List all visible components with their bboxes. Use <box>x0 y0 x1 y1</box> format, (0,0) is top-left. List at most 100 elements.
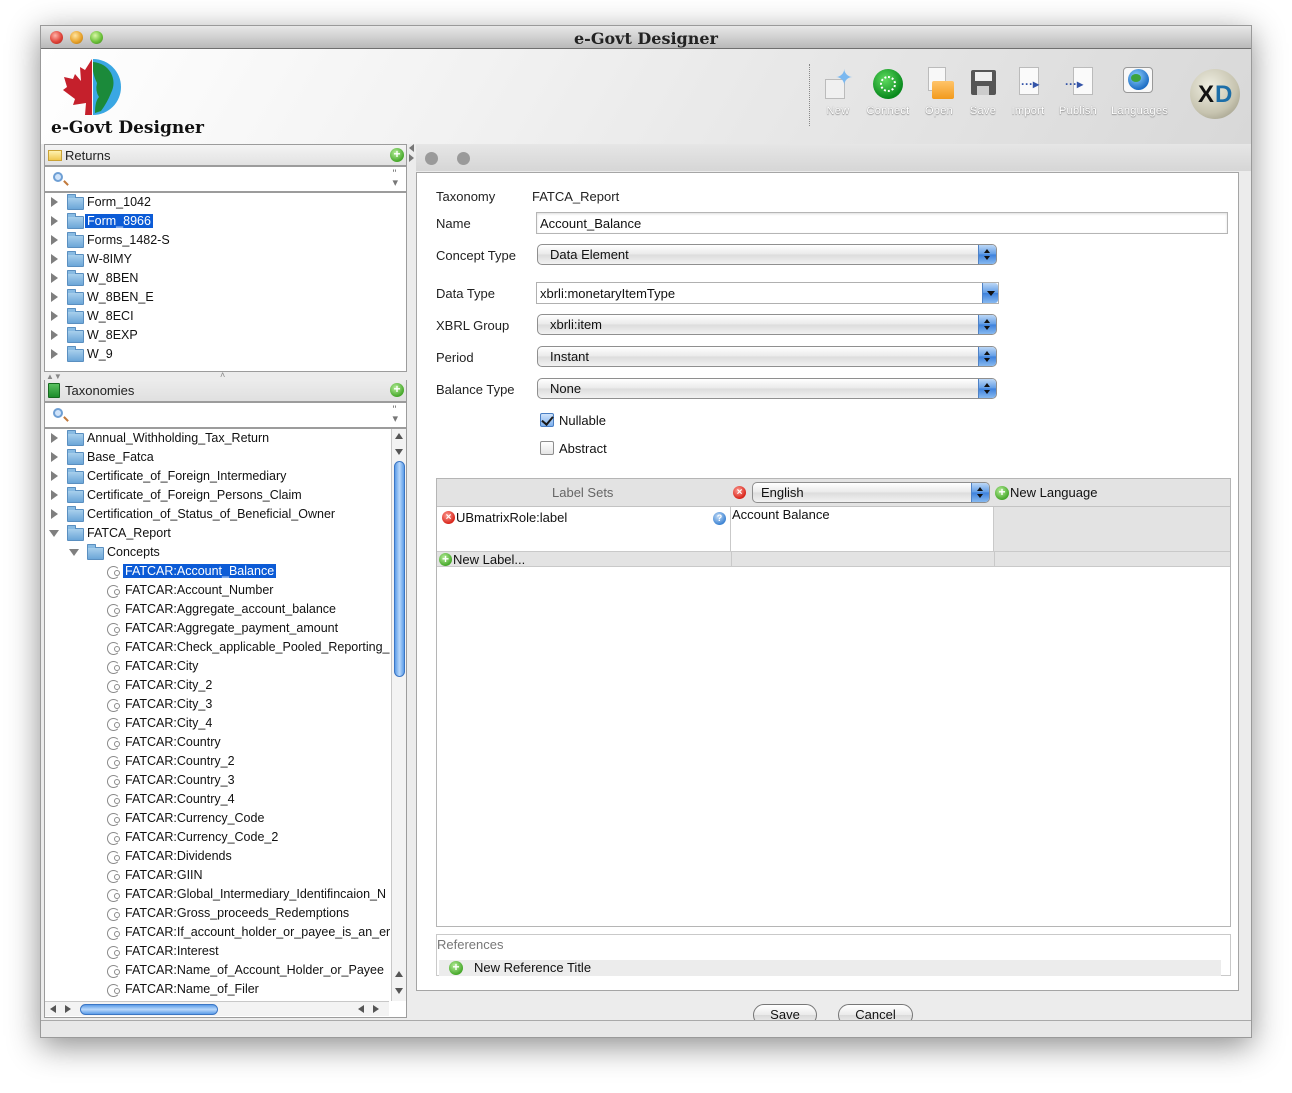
collapse-arrow-icon[interactable] <box>49 530 59 537</box>
return-tree-item[interactable]: W_8BEN <box>45 270 406 289</box>
taxonomies-horizontal-scrollbar[interactable] <box>45 1001 389 1016</box>
search-options-icon[interactable]: " ▾ <box>392 169 398 189</box>
scroll-up-icon[interactable] <box>395 971 403 977</box>
remove-language-button[interactable]: × <box>733 486 746 499</box>
scroll-left-icon[interactable] <box>358 1005 364 1013</box>
taxonomy-tree-item[interactable]: Certificate_of_Foreign_Persons_Claim <box>45 487 385 506</box>
new-button[interactable]: ✦ New <box>811 67 865 117</box>
search-options-icon[interactable]: " ▾ <box>392 405 398 425</box>
concept-tree-item[interactable]: FATCAR:City_2 <box>45 677 385 696</box>
nullable-checkbox[interactable] <box>540 413 554 427</box>
taxonomy-tree-item[interactable]: Base_Fatca <box>45 449 385 468</box>
concept-tree-item[interactable]: FATCAR:Currency_Code <box>45 810 385 829</box>
xbrl-group-select[interactable]: xbrli:item <box>537 314 997 335</box>
splitter-handle[interactable]: ˄ <box>220 370 225 380</box>
concept-tree-item[interactable]: FATCAR:GIIN <box>45 867 385 886</box>
concept-tree-item[interactable]: FATCAR:Aggregate_payment_amount <box>45 620 385 639</box>
returns-search-input[interactable] <box>71 170 381 188</box>
collapse-left-icon[interactable] <box>409 144 414 152</box>
concept-tree-item[interactable]: FATCAR:Country_3 <box>45 772 385 791</box>
expand-arrow-icon[interactable] <box>51 452 58 462</box>
return-tree-item[interactable]: W_9 <box>45 346 406 365</box>
new-reference-row[interactable]: + New Reference Title <box>439 960 1221 976</box>
expand-arrow-icon[interactable] <box>51 433 58 443</box>
concepts-folder-item[interactable]: Concepts <box>45 544 385 563</box>
taxonomy-tree-item[interactable]: Certificate_of_Foreign_Intermediary <box>45 468 385 487</box>
taxonomy-tree-item[interactable]: FATCA_Report <box>45 525 385 544</box>
scroll-down-icon[interactable] <box>395 449 403 455</box>
concept-tree-item[interactable]: FATCAR:Currency_Code_2 <box>45 829 385 848</box>
expand-arrow-icon[interactable] <box>51 509 58 519</box>
concept-tree-item[interactable]: FATCAR:Name_of_Account_Holder_or_Payee <box>45 962 385 981</box>
concept-tree-item[interactable]: FATCAR:Account_Number <box>45 582 385 601</box>
return-tree-item[interactable]: W_8EXP <box>45 327 406 346</box>
scroll-right-icon[interactable] <box>373 1005 379 1013</box>
concept-tree-item[interactable]: FATCAR:Country_4 <box>45 791 385 810</box>
publish-button[interactable]: ···▸ Publish <box>1051 67 1105 117</box>
abstract-checkbox[interactable] <box>540 441 554 455</box>
new-label-icon[interactable]: + <box>439 553 452 566</box>
concept-type-select[interactable]: Data Element <box>537 244 997 265</box>
expand-arrow-icon[interactable] <box>51 490 58 500</box>
back-button[interactable] <box>425 152 438 165</box>
horizontal-scroll-thumb[interactable] <box>80 1004 218 1015</box>
expand-arrow-icon[interactable] <box>51 235 58 245</box>
concept-tree-item[interactable]: FATCAR:Gross_proceeds_Redemptions <box>45 905 385 924</box>
return-tree-item[interactable]: W_8BEN_E <box>45 289 406 308</box>
new-reference-title-button[interactable]: New Reference Title <box>474 960 591 975</box>
expand-arrow-icon[interactable] <box>51 471 58 481</box>
language-select[interactable]: English <box>752 482 990 503</box>
panel-splitter[interactable] <box>408 144 416 1018</box>
concept-tree-item[interactable]: FATCAR:Global_Intermediary_Identifincaio… <box>45 886 386 905</box>
collapse-arrow-icon[interactable] <box>69 549 79 556</box>
taxonomies-vertical-scrollbar[interactable] <box>391 429 406 1001</box>
scroll-right-icon[interactable] <box>65 1005 71 1013</box>
return-tree-item[interactable]: Form_1042 <box>45 194 406 213</box>
return-tree-item[interactable]: W-8IMY <box>45 251 406 270</box>
languages-button[interactable]: Languages <box>1111 67 1168 117</box>
concept-tree-item[interactable]: FATCAR:Check_applicable_Pooled_Reporting… <box>45 639 390 658</box>
scroll-up-icon[interactable] <box>395 433 403 439</box>
concept-tree-item[interactable]: FATCAR:If_account_holder_or_payee_is_an_… <box>45 924 390 943</box>
return-tree-item[interactable]: Form_8966 <box>45 213 406 232</box>
forward-button[interactable] <box>457 152 470 165</box>
data-type-combo[interactable]: xbrli:monetaryItemType <box>536 282 999 304</box>
taxonomy-tree-item[interactable]: Annual_Withholding_Tax_Return <box>45 430 385 449</box>
remove-label-button[interactable]: × <box>442 511 455 524</box>
concept-tree-item[interactable]: FATCAR:Country <box>45 734 385 753</box>
concept-tree-item[interactable]: FATCAR:Dividends <box>45 848 385 867</box>
expand-arrow-icon[interactable] <box>51 311 58 321</box>
expand-arrow-icon[interactable] <box>51 254 58 264</box>
concept-tree-item[interactable]: FATCAR:City <box>45 658 385 677</box>
new-language-button[interactable]: New Language <box>1010 485 1097 500</box>
expand-arrow-icon[interactable] <box>51 197 58 207</box>
label-value-cell[interactable]: Account Balance <box>731 507 994 551</box>
scroll-left-icon[interactable] <box>50 1005 56 1013</box>
vertical-scroll-thumb[interactable] <box>394 461 405 677</box>
scroll-down-icon[interactable] <box>395 988 403 994</box>
expand-arrow-icon[interactable] <box>51 216 58 226</box>
collapse-right-icon[interactable] <box>409 154 414 162</box>
concept-tree-item[interactable]: FATCAR:Name_of_Filer <box>45 981 385 1000</box>
new-label-button[interactable]: New Label... <box>453 552 525 567</box>
concept-tree-item[interactable]: FATCAR:Account_Balance <box>45 563 385 582</box>
expand-arrow-icon[interactable] <box>51 273 58 283</box>
period-select[interactable]: Instant <box>537 346 997 367</box>
add-taxonomy-button[interactable]: + <box>390 383 404 397</box>
return-tree-item[interactable]: W_8ECI <box>45 308 406 327</box>
concept-tree-item[interactable]: FATCAR:City_4 <box>45 715 385 734</box>
expand-arrow-icon[interactable] <box>51 349 58 359</box>
taxonomies-search-input[interactable] <box>71 406 381 424</box>
connect-button[interactable]: Connect <box>861 67 915 117</box>
concept-tree-item[interactable]: FATCAR:Interest <box>45 943 385 962</box>
concept-tree-item[interactable]: FATCAR:City_3 <box>45 696 385 715</box>
taxonomy-tree-item[interactable]: Certification_of_Status_of_Beneficial_Ow… <box>45 506 385 525</box>
return-tree-item[interactable]: Forms_1482-S <box>45 232 406 251</box>
balance-type-select[interactable]: None <box>537 378 997 399</box>
name-input[interactable]: Account_Balance <box>536 212 1228 234</box>
concept-tree-item[interactable]: FATCAR:Aggregate_account_balance <box>45 601 385 620</box>
add-return-button[interactable]: + <box>390 148 404 162</box>
expand-arrow-icon[interactable] <box>51 292 58 302</box>
concept-tree-item[interactable]: FATCAR:Country_2 <box>45 753 385 772</box>
dropdown-arrow-icon[interactable] <box>982 283 998 303</box>
